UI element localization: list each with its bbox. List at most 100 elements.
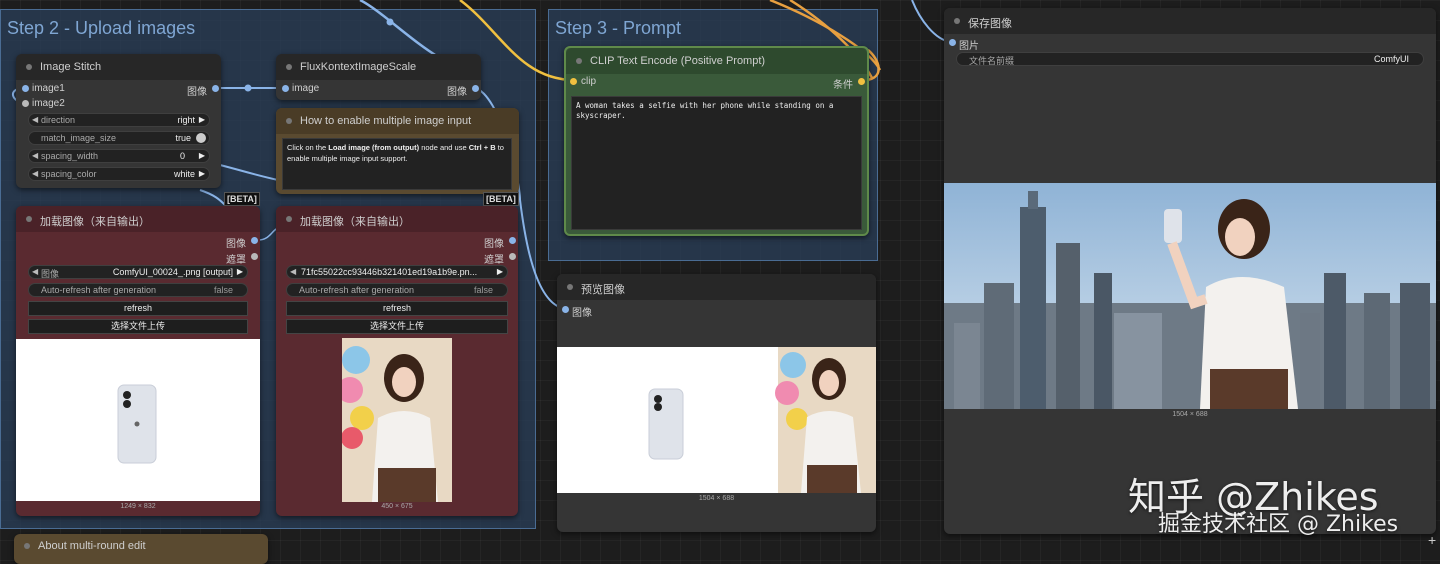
node-about-multi-round[interactable]: About multi-round edit [14, 534, 268, 564]
node-title: FluxKontextImageScale [300, 61, 417, 73]
input-image-label: image [292, 83, 320, 94]
node-preview-image[interactable]: 预览图像 图像 1504 × 688 [557, 274, 876, 532]
woman-balloons-image [342, 346, 438, 502]
saved-output-image [944, 183, 1436, 409]
node-title: Image Stitch [40, 61, 102, 73]
node-title: 加载图像（来自输出） [300, 216, 410, 228]
node-header[interactable]: How to enable multiple image input [276, 108, 519, 134]
collapse-dot-icon[interactable] [24, 543, 30, 549]
node-title: 加载图像（来自输出） [40, 216, 150, 228]
node-header[interactable]: 预览图像 [557, 274, 876, 300]
socket-output-image[interactable] [472, 85, 479, 92]
socket-output-mask[interactable] [509, 253, 516, 260]
socket-output-image[interactable] [251, 237, 258, 244]
arrow-left-icon[interactable]: ◀ [290, 267, 296, 276]
socket-input-clip[interactable] [570, 78, 577, 85]
input-image-label: 图像 [572, 308, 592, 319]
socket-output-image[interactable] [212, 85, 219, 92]
node-header[interactable]: FluxKontextImageScale [276, 54, 481, 80]
node-header[interactable]: 保存图像 [944, 8, 1436, 34]
collapse-dot-icon[interactable] [26, 216, 32, 222]
node-image-stitch[interactable]: Image Stitch image1 image2 图像 ◀ direction… [16, 54, 221, 188]
output-image-label: 图像 [226, 239, 246, 250]
add-icon[interactable]: + [1428, 532, 1436, 548]
node-header[interactable]: 加载图像（来自输出） [16, 206, 260, 232]
image-size-caption: 1249 × 832 [120, 503, 156, 510]
link-mid-stitch [219, 164, 279, 181]
output-mask-label: 遮罩 [484, 255, 504, 266]
toggle-knob-icon[interactable] [196, 133, 206, 143]
arrow-right-icon[interactable]: ▶ [237, 267, 243, 276]
collapse-dot-icon[interactable] [286, 118, 292, 124]
node-title: How to enable multiple image input [300, 115, 472, 127]
link-to-preview [519, 199, 563, 309]
node-note-multiple-image[interactable]: How to enable multiple image input Click… [276, 108, 519, 194]
beta-badge-right: [BETA] [483, 192, 519, 206]
arrow-left-icon[interactable]: ◀ [32, 115, 38, 124]
widget-auto-refresh[interactable]: Auto-refresh after generation false [28, 283, 248, 297]
arrow-right-icon[interactable]: ▶ [199, 115, 205, 124]
link-top-blue [359, 0, 441, 60]
widget-direction[interactable]: ◀ direction right ▶ [28, 113, 210, 127]
socket-input-image[interactable] [949, 39, 956, 46]
widget-image-select[interactable]: ◀ 71fc55022cc93446b321401ed19a1b9e.pn... ▶ [286, 265, 508, 279]
upload-button[interactable]: 选择文件上传 [286, 319, 508, 334]
socket-input-image[interactable] [562, 306, 569, 313]
link-to-stitch2 [257, 227, 279, 241]
arrow-left-icon[interactable]: ◀ [32, 151, 38, 160]
widget-filename-prefix[interactable]: 文件名前缀 ComfyUI [956, 52, 1424, 66]
socket-image1[interactable] [22, 85, 29, 92]
output-image-label: 图像 [447, 87, 467, 98]
socket-output-image[interactable] [509, 237, 516, 244]
link-top-blue-dot [386, 18, 394, 26]
upload-button[interactable]: 选择文件上传 [28, 319, 248, 334]
note-textbox[interactable]: Click on the Load image (from output) no… [282, 138, 512, 190]
node-header[interactable]: CLIP Text Encode (Positive Prompt) [566, 48, 867, 74]
arrow-left-icon[interactable]: ◀ [32, 267, 38, 276]
input-image2-label: image2 [32, 98, 65, 109]
refresh-button[interactable]: refresh [28, 301, 248, 316]
node-clip-text-encode[interactable]: CLIP Text Encode (Positive Prompt) clip … [564, 46, 869, 236]
collapse-dot-icon[interactable] [576, 58, 582, 64]
image-preview-woman [342, 338, 452, 502]
output-image-label: 图像 [187, 87, 207, 98]
node-save-image[interactable]: 保存图像 图片 文件名前缀 ComfyUI 1504 × 688 [944, 8, 1436, 534]
collapse-dot-icon[interactable] [954, 18, 960, 24]
socket-output-mask[interactable] [251, 253, 258, 260]
image-size-caption: 1504 × 688 [1172, 411, 1208, 418]
refresh-button[interactable]: refresh [286, 301, 508, 316]
widget-image-select[interactable]: ◀ 图像 ComfyUI_00024_.png [output] ▶ [28, 265, 248, 279]
node-header[interactable]: 加载图像（来自输出） [276, 206, 518, 232]
output-mask-label: 遮罩 [226, 255, 246, 266]
collapse-dot-icon[interactable] [286, 216, 292, 222]
image-preview-phone [16, 339, 260, 501]
node-load-image-left[interactable]: 加载图像（来自输出） 图像 遮罩 ◀ 图像 ComfyUI_00024_.png [… [16, 206, 260, 516]
collapse-dot-icon[interactable] [567, 284, 573, 290]
widget-spacing-width[interactable]: ◀ spacing_width 0 ▶ [28, 149, 210, 163]
prompt-textarea[interactable]: A woman takes a selfie with her phone wh… [571, 96, 862, 230]
arrow-left-icon[interactable]: ◀ [32, 169, 38, 178]
socket-input-image[interactable] [282, 85, 289, 92]
beta-badge-left: [BETA] [224, 192, 260, 206]
socket-image2[interactable] [22, 100, 29, 107]
skyscraper-selfie-image [944, 183, 1436, 409]
node-title: CLIP Text Encode (Positive Prompt) [590, 55, 766, 67]
node-load-image-right[interactable]: 加载图像（来自输出） 图像 遮罩 ◀ 71fc55022cc93446b32140… [276, 206, 518, 516]
widget-auto-refresh[interactable]: Auto-refresh after generation false [286, 283, 508, 297]
node-header[interactable]: Image Stitch [16, 54, 221, 80]
arrow-right-icon[interactable]: ▶ [199, 151, 205, 160]
input-image1-label: image1 [32, 83, 65, 94]
preview-stitched-image [557, 347, 876, 493]
node-flux-kontext-image-scale[interactable]: FluxKontextImageScale image 图像 [276, 54, 481, 100]
phone-image [117, 384, 157, 464]
collapse-dot-icon[interactable] [26, 64, 32, 70]
node-title: 保存图像 [968, 18, 1012, 30]
link-loadleft-stitch [199, 189, 226, 206]
widget-match-image-size[interactable]: match_image_size true [28, 131, 210, 145]
link-stitch-scale-dot [244, 84, 252, 92]
arrow-right-icon[interactable]: ▶ [199, 169, 205, 178]
arrow-right-icon[interactable]: ▶ [497, 267, 503, 276]
socket-output-conditioning[interactable] [858, 78, 865, 85]
widget-spacing-color[interactable]: ◀ spacing_color white ▶ [28, 167, 210, 181]
collapse-dot-icon[interactable] [286, 64, 292, 70]
